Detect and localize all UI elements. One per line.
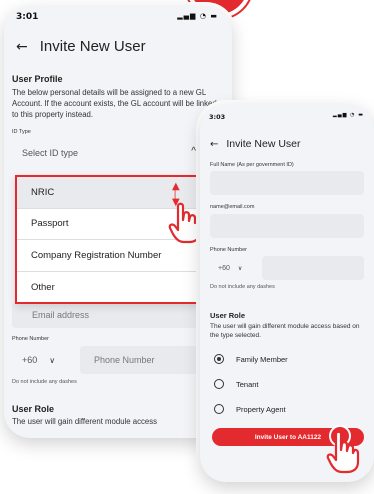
chevron-up-icon: ^ — [191, 146, 196, 157]
hand-pointer-icon — [168, 202, 202, 244]
radio-icon — [214, 379, 224, 389]
page-title: Invite New User — [39, 38, 146, 55]
role-description: The user will gain different module acce… — [12, 417, 158, 426]
role-title-2: User Role — [210, 311, 246, 320]
phone-number-field[interactable]: Phone Number — [80, 346, 210, 374]
chevron-down-icon: ∨ — [237, 265, 243, 272]
status-bar: 3:01 ▂▄▆ ◔ ▬ — [4, 6, 232, 26]
phone-placeholder: Phone Number — [94, 355, 155, 365]
back-arrow-icon[interactable]: ← — [16, 39, 28, 55]
phone-hint: Do not include any dashes — [12, 379, 77, 385]
phone-number-field-2[interactable] — [262, 256, 364, 280]
id-type-select[interactable]: Select ID type ^ — [12, 139, 208, 166]
profile-description: The below personal details will be assig… — [12, 88, 217, 119]
phone-label: Phone Number — [12, 336, 49, 342]
id-type-placeholder: Select ID type — [22, 147, 79, 158]
page-title-2: Invite New User — [226, 138, 301, 150]
country-code-value-2: +60 — [218, 264, 230, 272]
email-label: name@email.com — [210, 204, 255, 210]
country-code-value: +60 — [22, 355, 38, 365]
profile-title: User Profile — [12, 74, 63, 84]
role-label-tenant: Tenant — [236, 379, 259, 389]
role-label-family: Family Member — [236, 354, 288, 364]
status-icons: ▂▄▆ ◔ ▬ — [177, 12, 218, 20]
tap-hand-icon — [326, 425, 360, 474]
role-label-agent: Property Agent — [236, 404, 286, 414]
role-title: User Role — [12, 404, 55, 414]
email-field-2[interactable] — [210, 214, 364, 238]
status-time: 3:01 — [16, 12, 39, 22]
option-company-registration[interactable]: Company Registration Number — [17, 240, 199, 272]
header-2: ← Invite New User — [210, 138, 301, 150]
status-time-2: 3:03 — [209, 113, 226, 121]
role-description-2: The user will gain different module acce… — [210, 323, 360, 339]
back-arrow-icon[interactable]: ← — [210, 139, 218, 150]
role-option-tenant[interactable]: Tenant — [214, 379, 259, 389]
chevron-down-icon: ∨ — [49, 355, 56, 365]
country-code-select[interactable]: +60 ∨ — [12, 346, 74, 374]
country-code-select-2[interactable]: +60 ∨ — [210, 256, 254, 280]
role-option-agent[interactable]: Property Agent — [214, 404, 286, 414]
header: ← Invite New User — [16, 38, 146, 55]
role-option-family[interactable]: Family Member — [214, 354, 288, 364]
status-bar-2: 3:03 ▂▄▆ ◔ ▬ — [200, 104, 374, 124]
email-field[interactable]: Email address — [12, 302, 208, 328]
status-icons-2: ▂▄▆ ◔ ▬ — [332, 112, 364, 118]
fullname-label: Full Name (As per government ID) — [210, 162, 294, 168]
email-placeholder: Email address — [32, 310, 90, 320]
fullname-field[interactable] — [210, 171, 364, 195]
phone-label-2: Phone Number — [210, 247, 247, 253]
phone-hint-2: Do not include any dashes — [210, 284, 275, 290]
option-other[interactable]: Other — [17, 272, 199, 304]
radio-checked-icon — [214, 354, 224, 364]
id-type-label: ID Type — [12, 129, 31, 135]
radio-icon — [214, 404, 224, 414]
